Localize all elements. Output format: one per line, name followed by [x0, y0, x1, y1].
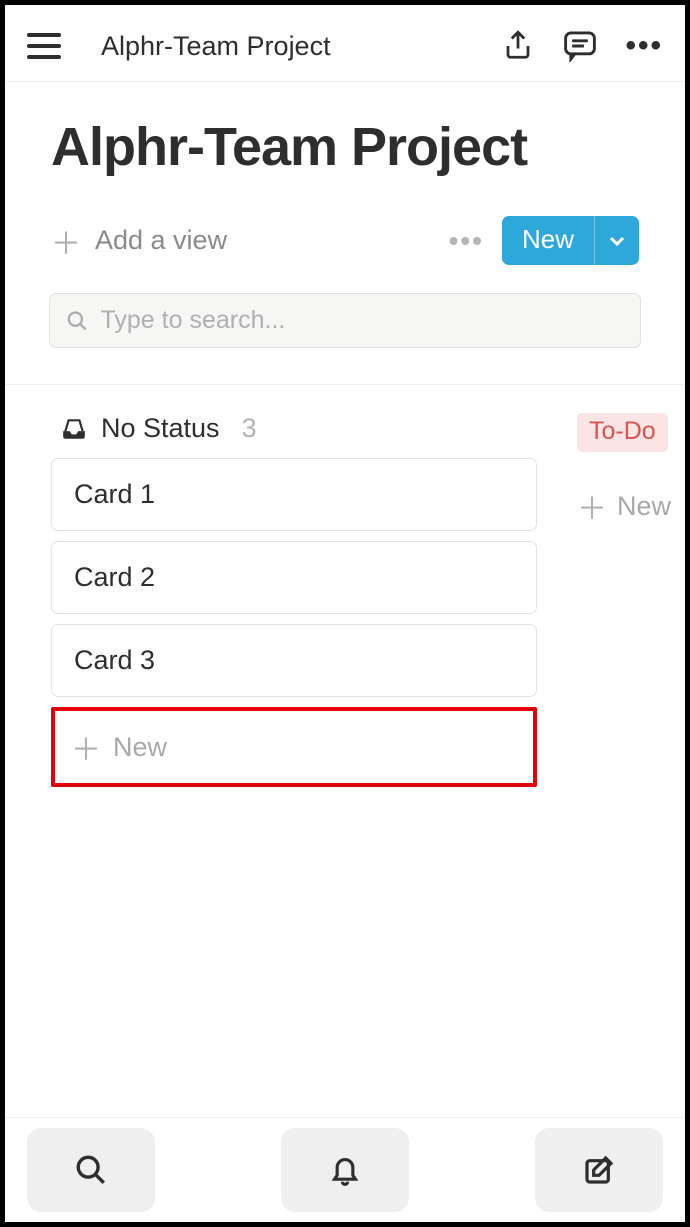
- search-icon: [74, 1153, 108, 1187]
- add-view-label: Add a view: [95, 225, 227, 256]
- share-icon[interactable]: [501, 29, 535, 63]
- column-new-label: New: [113, 732, 167, 763]
- column-new-label: New: [617, 491, 671, 522]
- page-title: Alphr-Team Project: [5, 82, 685, 178]
- column-title: No Status: [101, 413, 220, 444]
- search-icon: [66, 309, 89, 333]
- bell-icon: [329, 1153, 361, 1187]
- new-button[interactable]: New: [502, 216, 594, 265]
- board-card[interactable]: Card 2: [51, 541, 537, 614]
- column-new-button[interactable]: ＋ New: [577, 484, 685, 528]
- inbox-icon: [61, 418, 87, 440]
- new-dropdown-button[interactable]: [594, 216, 639, 265]
- board-column-todo: To-Do ＋ New: [577, 413, 685, 787]
- comments-icon[interactable]: [563, 29, 597, 63]
- bottom-search-button[interactable]: [27, 1128, 155, 1212]
- plus-icon: ＋: [51, 219, 81, 263]
- column-tag[interactable]: To-Do: [577, 413, 668, 452]
- search-box[interactable]: [49, 293, 641, 348]
- board-card[interactable]: Card 3: [51, 624, 537, 697]
- board-card[interactable]: Card 1: [51, 458, 537, 531]
- search-input[interactable]: [101, 306, 624, 335]
- board-column-no-status: No Status 3 Card 1 Card 2 Card 3 ＋ New: [51, 413, 537, 787]
- add-view-button[interactable]: ＋ Add a view: [51, 219, 227, 263]
- column-count: 3: [242, 413, 257, 444]
- breadcrumb[interactable]: Alphr-Team Project: [101, 31, 483, 62]
- plus-icon: ＋: [71, 725, 101, 769]
- column-new-button[interactable]: ＋ New: [51, 707, 537, 787]
- bottom-notifications-button[interactable]: [281, 1128, 409, 1212]
- menu-button[interactable]: [27, 33, 61, 59]
- view-options-icon[interactable]: •••: [449, 225, 484, 257]
- plus-icon: ＋: [577, 484, 607, 528]
- compose-icon: [583, 1154, 615, 1186]
- more-icon[interactable]: •••: [625, 29, 663, 63]
- bottom-compose-button[interactable]: [535, 1128, 663, 1212]
